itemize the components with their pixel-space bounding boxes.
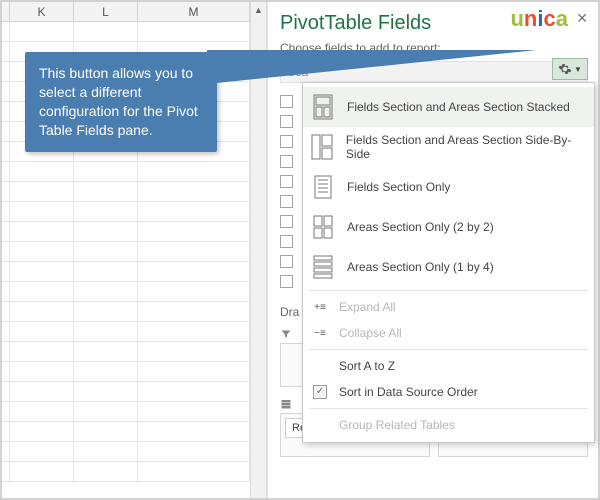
menu-item-sort-datasource[interactable]: ✓ Sort in Data Source Order: [303, 379, 594, 405]
checkbox-icon[interactable]: [280, 175, 293, 188]
checkbox-icon[interactable]: [280, 135, 293, 148]
checkbox-icon[interactable]: [280, 275, 293, 288]
column-header-K[interactable]: K: [10, 2, 74, 21]
menu-item-label: Sort A to Z: [339, 359, 395, 373]
column-header-L[interactable]: L: [74, 2, 138, 21]
menu-item-sidebyside[interactable]: Fields Section and Areas Section Side-By…: [303, 127, 594, 167]
menu-separator: [309, 349, 588, 350]
checkbox-icon[interactable]: [280, 155, 293, 168]
menu-item-label: Expand All: [339, 300, 396, 314]
menu-item-label: Areas Section Only (1 by 4): [347, 260, 494, 274]
rows-icon: [280, 398, 292, 410]
menu-item-collapse-all: −≡ Collapse All: [303, 320, 594, 346]
checkbox-icon[interactable]: [280, 235, 293, 248]
column-header-M[interactable]: M: [138, 2, 250, 21]
layout-areas2x2-icon: [311, 213, 335, 241]
menu-item-expand-all: +≡ Expand All: [303, 294, 594, 320]
menu-item-label: Sort in Data Source Order: [339, 385, 478, 399]
close-pane-button[interactable]: ✕: [576, 10, 588, 27]
menu-item-stacked[interactable]: Fields Section and Areas Section Stacked: [303, 87, 594, 127]
menu-item-label: Group Related Tables: [339, 418, 455, 432]
column-headers: K L M: [2, 2, 266, 22]
layout-areas1x4-icon: [311, 253, 335, 281]
spacer: [311, 358, 329, 374]
brand-logo: unica: [510, 6, 568, 32]
menu-item-areas2by2[interactable]: Areas Section Only (2 by 2): [303, 207, 594, 247]
scroll-up-arrow-icon[interactable]: ▲: [251, 2, 266, 18]
menu-item-label: Fields Section and Areas Section Stacked: [347, 100, 570, 114]
menu-item-label: Fields Section Only: [347, 180, 450, 194]
menu-item-areas1by4[interactable]: Areas Section Only (1 by 4): [303, 247, 594, 287]
app-frame: K L M: [0, 0, 600, 500]
layout-fieldsonly-icon: [311, 173, 335, 201]
tools-gear-button[interactable]: ▼: [552, 58, 588, 80]
menu-item-sort-az[interactable]: Sort A to Z: [303, 353, 594, 379]
menu-separator: [309, 290, 588, 291]
chevron-down-icon: ▼: [574, 65, 582, 74]
checkbox-icon[interactable]: [280, 115, 293, 128]
check-indicator: ✓: [311, 384, 329, 400]
corner-cell: [2, 2, 10, 21]
layout-sidebyside-icon: [311, 133, 334, 161]
menu-item-fieldsonly[interactable]: Fields Section Only: [303, 167, 594, 207]
checkbox-icon[interactable]: [280, 195, 293, 208]
filter-icon: [280, 328, 292, 340]
gear-icon: [558, 62, 572, 76]
collapse-icon: −≡: [311, 325, 329, 341]
checkbox-icon[interactable]: [280, 255, 293, 268]
callout-text: This button allows you to select a diffe…: [39, 65, 198, 138]
menu-item-group-related: Group Related Tables: [303, 412, 594, 438]
menu-separator: [309, 408, 588, 409]
checkbox-icon[interactable]: [280, 95, 293, 108]
menu-item-label: Fields Section and Areas Section Side-By…: [346, 133, 584, 161]
menu-item-label: Areas Section Only (2 by 2): [347, 220, 494, 234]
spacer: [311, 417, 329, 433]
layout-options-menu: Fields Section and Areas Section Stacked…: [302, 82, 595, 443]
menu-item-label: Collapse All: [339, 326, 402, 340]
expand-icon: +≡: [311, 299, 329, 315]
checkbox-icon[interactable]: [280, 215, 293, 228]
tutorial-callout: This button allows you to select a diffe…: [25, 52, 217, 152]
layout-stacked-icon: [311, 93, 335, 121]
